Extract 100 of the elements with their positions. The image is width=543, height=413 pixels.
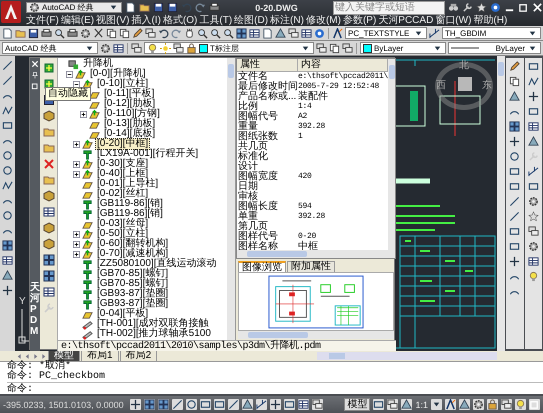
expand-toggle[interactable]	[73, 160, 80, 168]
tree-item[interactable]: [0-02][丝杠]	[95, 188, 150, 200]
wrench-icon[interactable]	[462, 2, 473, 13]
menu-item[interactable]: 工具(T)	[199, 15, 232, 26]
move-icon[interactable]	[2, 285, 13, 296]
tree-item[interactable]: [GB93-87][垫圈]	[95, 288, 170, 300]
menu-item[interactable]: 窗口(W)	[435, 15, 472, 26]
rectangle-icon[interactable]	[2, 120, 13, 131]
tab[interactable]: 附加属性	[287, 261, 335, 272]
zoom-icon[interactable]	[54, 28, 65, 38]
line-icon[interactable]	[228, 399, 239, 410]
layers-icon[interactable]	[288, 28, 299, 38]
expand-toggle[interactable]	[73, 170, 80, 178]
tree-item[interactable]: [GB70-85][螺钉]	[95, 278, 170, 290]
gear-icon[interactable]	[29, 2, 40, 13]
menu-item[interactable]: 格式(O)	[162, 15, 198, 26]
tree-item[interactable]: [TH-002][推力球轴承5100	[95, 328, 213, 340]
folder-icon[interactable]	[42, 142, 54, 154]
cube-icon[interactable]	[42, 110, 54, 122]
menu-item[interactable]: 绘图(D)	[234, 15, 268, 26]
triangle-icon[interactable]	[459, 399, 470, 410]
menu-item[interactable]: 文件(F)	[26, 15, 59, 26]
pencil-icon[interactable]	[509, 61, 520, 72]
rectangle-icon[interactable]	[509, 181, 520, 192]
printer-icon[interactable]	[41, 28, 52, 38]
line-icon[interactable]	[509, 196, 520, 207]
add-node-icon[interactable]	[42, 78, 54, 90]
menu-item[interactable]: 插入(I)	[131, 15, 161, 26]
table-icon[interactable]	[298, 399, 309, 410]
menu-item[interactable]: 视图(V)	[96, 15, 130, 26]
expand-toggle[interactable]	[80, 110, 87, 118]
text-style-icon[interactable]	[332, 28, 343, 38]
tree-item[interactable]: [0-20][中框]	[95, 138, 150, 150]
help-icon[interactable]	[490, 2, 501, 13]
copy-icon[interactable]	[329, 42, 340, 54]
polyline-icon[interactable]	[2, 180, 13, 191]
restore-icon[interactable]	[518, 2, 529, 13]
move-icon[interactable]	[509, 136, 520, 147]
expand-toggle[interactable]	[73, 240, 80, 248]
move-icon[interactable]	[130, 399, 141, 410]
tree-item[interactable]: [GB119-86][销]	[95, 198, 165, 210]
rectangle-icon[interactable]	[509, 226, 520, 237]
expand-toggle[interactable]	[73, 80, 80, 88]
tab[interactable]: 图像浏览	[238, 261, 286, 272]
tree-item[interactable]: [0-11][平板]	[102, 88, 156, 100]
circle-icon[interactable]	[509, 151, 520, 162]
grid-icon[interactable]	[144, 399, 155, 410]
text-style-icon[interactable]	[445, 399, 456, 410]
delete-icon[interactable]	[42, 158, 54, 170]
triangle-icon[interactable]	[509, 91, 520, 102]
move-icon[interactable]	[509, 256, 520, 267]
copy-icon[interactable]	[509, 76, 520, 87]
star-icon[interactable]	[528, 211, 539, 222]
horizontal-scrollbar[interactable]	[317, 352, 497, 360]
document-icon[interactable]	[125, 2, 136, 13]
horizontal-scrollbar[interactable]	[237, 250, 395, 258]
layers-icon[interactable]	[145, 28, 156, 38]
workspace-dropdown[interactable]: AutoCAD 经典	[26, 2, 122, 13]
command-prompt[interactable]: 命令:	[7, 384, 34, 395]
table-icon[interactable]	[113, 42, 124, 54]
copy-icon[interactable]	[119, 28, 130, 38]
copy-icon[interactable]	[106, 28, 117, 38]
rectangle-icon[interactable]	[528, 61, 539, 72]
rectangle-icon[interactable]	[200, 399, 211, 410]
vertical-scrollbar[interactable]	[227, 58, 235, 340]
menu-item[interactable]: 标注(N)	[270, 15, 304, 26]
table-icon[interactable]	[2, 255, 13, 266]
color-dropdown[interactable]: ByLayer	[360, 42, 446, 54]
layer-dropdown[interactable]: T标注层	[144, 42, 314, 54]
triangle-icon[interactable]	[401, 399, 412, 410]
search-field[interactable]: 键入关键字或短语	[333, 0, 445, 14]
layers-icon[interactable]	[528, 226, 539, 237]
rectangle-icon[interactable]	[284, 399, 295, 410]
zoom-icon[interactable]	[210, 28, 221, 38]
viewcube[interactable]: 北 西 东	[435, 62, 493, 110]
menu-item[interactable]: 修改(M)	[306, 15, 341, 26]
grid-icon[interactable]	[158, 399, 169, 410]
dimension-icon[interactable]	[256, 399, 267, 410]
gear-icon[interactable]	[80, 28, 91, 38]
vertical-scrollbar[interactable]	[388, 59, 395, 250]
menu-item[interactable]: 帮助(H)	[473, 15, 508, 26]
grid-icon[interactable]	[2, 240, 13, 251]
cube-icon[interactable]	[42, 222, 54, 234]
dimension-style-dropdown[interactable]: TH_GBDIM	[442, 27, 541, 39]
tree-item[interactable]: [0-12][肋板]	[102, 98, 158, 110]
star-icon[interactable]	[476, 2, 487, 13]
polyline-icon[interactable]	[2, 105, 13, 116]
tree-item[interactable]: 升降机	[81, 58, 115, 70]
layers-icon[interactable]	[342, 42, 353, 54]
triangle-icon[interactable]	[528, 136, 539, 147]
cube-icon[interactable]	[42, 238, 54, 250]
expand-toggle[interactable]	[73, 250, 80, 258]
app-logo[interactable]	[0, 0, 24, 25]
line-icon[interactable]	[172, 399, 183, 410]
triangle-icon[interactable]	[2, 270, 13, 281]
workspace-dropdown[interactable]: AutoCAD 经典	[2, 42, 98, 54]
layers-icon[interactable]	[387, 399, 398, 410]
vertical-scrollbar[interactable]	[497, 56, 505, 351]
lock-icon[interactable]	[186, 42, 197, 54]
triangle-icon[interactable]	[242, 399, 253, 410]
